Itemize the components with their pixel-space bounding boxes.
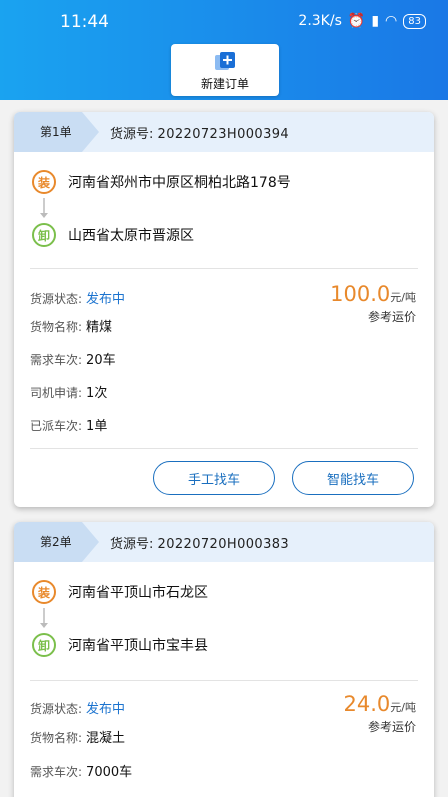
goods-field: 货物名称: 精煤 (30, 316, 112, 335)
manual-find-truck-button[interactable]: 手工找车 (153, 461, 275, 495)
status-field: 货源状态: 发布中 (30, 288, 125, 307)
battery-icon: 83 (403, 13, 426, 29)
load-icon: 装 (32, 170, 56, 194)
driver-apply-value: 1次 (86, 386, 108, 401)
price-unit: 元/吨 (390, 701, 416, 714)
signal-icon: ▮ (371, 13, 380, 29)
price-reference: 参考运价 (367, 310, 416, 324)
status-value: 发布中 (86, 292, 126, 307)
unload-icon: 卸 (32, 223, 56, 247)
status-indicators: 2.3K/s ⏰ ▮ ◠ 83 (298, 13, 426, 29)
price-value: 24.0 (343, 692, 391, 716)
add-order-icon (215, 52, 235, 70)
goods-label: 货物名称: (30, 731, 83, 745)
trips-field: 需求车次: 20车 (30, 349, 116, 368)
price-unit: 元/吨 (390, 291, 416, 304)
alarm-icon: ⏰ (347, 13, 366, 29)
driver-apply-label: 司机申请: (30, 386, 83, 400)
route-connector (40, 608, 48, 628)
unload-address: 河南省平顶山市宝丰县 (68, 638, 208, 654)
order-card-header: 第2单 货源号: 20220720H000383 (14, 522, 434, 562)
load-address: 河南省郑州市中原区桐柏北路178号 (68, 175, 291, 191)
load-icon: 装 (32, 580, 56, 604)
divider (30, 448, 418, 449)
order-index-badge: 第1单 (14, 112, 99, 152)
trips-label: 需求车次: (30, 765, 83, 779)
route-connector (40, 198, 48, 218)
dispatched-field: 已派车次: 1单 (30, 415, 107, 434)
source-number-value: 20220723H000394 (157, 127, 290, 142)
goods-label: 货物名称: (30, 320, 83, 334)
goods-value: 精煤 (86, 320, 113, 335)
dispatched-label: 已派车次: (30, 419, 83, 433)
unload-icon: 卸 (32, 633, 56, 657)
source-number-label: 货源号: (110, 537, 154, 552)
order-index-badge: 第2单 (14, 522, 99, 562)
order-card-header: 第1单 货源号: 20220723H000394 (14, 112, 434, 152)
trips-value: 20车 (86, 353, 116, 368)
goods-field: 货物名称: 混凝土 (30, 727, 125, 746)
wifi-icon: ◠ (385, 13, 398, 29)
unload-address-row: 卸 河南省平顶山市宝丰县 (32, 633, 208, 657)
unload-address: 山西省太原市晋源区 (68, 228, 194, 244)
driver-apply-field: 司机申请: 1次 (30, 382, 107, 401)
order-card: 第1单 货源号: 20220723H000394 装 河南省郑州市中原区桐柏北路… (14, 112, 434, 507)
load-address: 河南省平顶山市石龙区 (68, 585, 208, 601)
price-value: 100.0 (330, 282, 391, 306)
status-time: 11:44 (60, 12, 109, 32)
new-order-button[interactable]: 新建订单 (171, 44, 279, 96)
price-block: 24.0元/吨 参考运价 (344, 692, 416, 735)
unload-address-row: 卸 山西省太原市晋源区 (32, 223, 194, 247)
app-header: 11:44 2.3K/s ⏰ ▮ ◠ 83 新建订单 (0, 0, 448, 100)
source-number: 货源号: 20220720H000383 (110, 533, 289, 552)
source-number-value: 20220720H000383 (157, 537, 290, 552)
status-bar: 11:44 2.3K/s ⏰ ▮ ◠ 83 (0, 0, 448, 40)
source-number-label: 货源号: (110, 127, 154, 142)
smart-find-truck-button[interactable]: 智能找车 (292, 461, 414, 495)
status-label: 货源状态: (30, 292, 83, 306)
new-order-label: 新建订单 (200, 77, 249, 91)
divider (30, 680, 418, 681)
status-label: 货源状态: (30, 702, 83, 716)
status-field: 货源状态: 发布中 (30, 698, 125, 717)
load-address-row: 装 河南省平顶山市石龙区 (32, 580, 208, 604)
network-speed: 2.3K/s (298, 13, 342, 29)
trips-label: 需求车次: (30, 353, 83, 367)
price-block: 100.0元/吨 参考运价 (330, 282, 416, 325)
trips-value: 7000车 (86, 765, 133, 780)
load-address-row: 装 河南省郑州市中原区桐柏北路178号 (32, 170, 291, 194)
source-number: 货源号: 20220723H000394 (110, 123, 289, 142)
goods-value: 混凝土 (86, 731, 126, 746)
divider (30, 268, 418, 269)
trips-field: 需求车次: 7000车 (30, 761, 132, 780)
order-card: 第2单 货源号: 20220720H000383 装 河南省平顶山市石龙区 卸 … (14, 522, 434, 797)
price-reference: 参考运价 (367, 720, 416, 734)
dispatched-value: 1单 (86, 419, 108, 434)
status-value: 发布中 (86, 702, 126, 717)
